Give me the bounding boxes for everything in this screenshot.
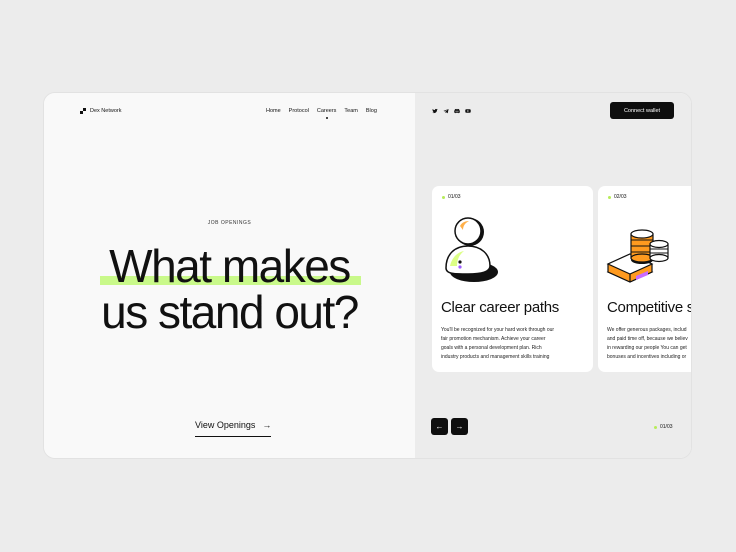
- nav-careers[interactable]: Careers: [317, 108, 337, 114]
- right-panel: Connect wallet 01/03 Clear career paths …: [415, 93, 692, 458]
- view-openings-link[interactable]: View Openings →: [195, 420, 272, 437]
- nav-blog[interactable]: Blog: [366, 108, 377, 114]
- hero-headline: What makes us stand out?: [44, 243, 415, 335]
- social-links: [432, 108, 471, 114]
- coins-icon: [606, 229, 669, 283]
- arrow-right-icon: →: [455, 422, 464, 431]
- card-number: 02/03: [608, 194, 627, 200]
- dot-icon: [442, 195, 445, 199]
- telegram-icon[interactable]: [443, 108, 449, 114]
- brand-name: Dex Network: [90, 108, 122, 114]
- nav-home[interactable]: Home: [266, 108, 281, 114]
- headline-line-1: What makes: [44, 243, 415, 289]
- main-nav: Home Protocol Careers Team Blog: [266, 108, 377, 114]
- main-frame: Dex Network Home Protocol Careers Team B…: [43, 92, 692, 459]
- arrow-left-icon: ←: [435, 422, 444, 431]
- card-title: Competitive s: [607, 299, 692, 316]
- card-description: You'll be recognized for your hard work …: [441, 327, 555, 360]
- brand-logo-icon: [80, 108, 86, 114]
- person-icon: [445, 217, 498, 282]
- twitter-icon[interactable]: [432, 108, 438, 114]
- left-panel: Dex Network Home Protocol Careers Team B…: [44, 93, 415, 458]
- next-button[interactable]: →: [451, 418, 468, 435]
- feature-card[interactable]: 02/03 Competitive s We offer generous pa…: [598, 186, 692, 372]
- view-openings-label: View Openings: [195, 420, 256, 430]
- section-label: JOB OPENINGS: [207, 220, 252, 226]
- youtube-icon[interactable]: [465, 108, 471, 114]
- brand[interactable]: Dex Network: [80, 108, 121, 114]
- card-title: Clear career paths: [441, 299, 559, 316]
- prev-button[interactable]: ←: [431, 418, 448, 435]
- card-number: 01/03: [442, 194, 461, 200]
- feature-card[interactable]: 01/03 Clear career paths You'll be recog…: [432, 186, 593, 372]
- headline-line-2: us stand out?: [101, 286, 359, 338]
- connect-wallet-button[interactable]: Connect wallet: [610, 102, 674, 119]
- discord-icon[interactable]: [454, 108, 460, 114]
- slide-counter: 01/03: [654, 424, 673, 430]
- nav-protocol[interactable]: Protocol: [289, 108, 309, 114]
- dot-icon: [608, 195, 611, 199]
- card-description: We offer generous packages, includ and p…: [607, 327, 688, 360]
- dot-icon: [654, 425, 657, 429]
- nav-team[interactable]: Team: [344, 108, 357, 114]
- arrow-right-icon: →: [262, 420, 272, 430]
